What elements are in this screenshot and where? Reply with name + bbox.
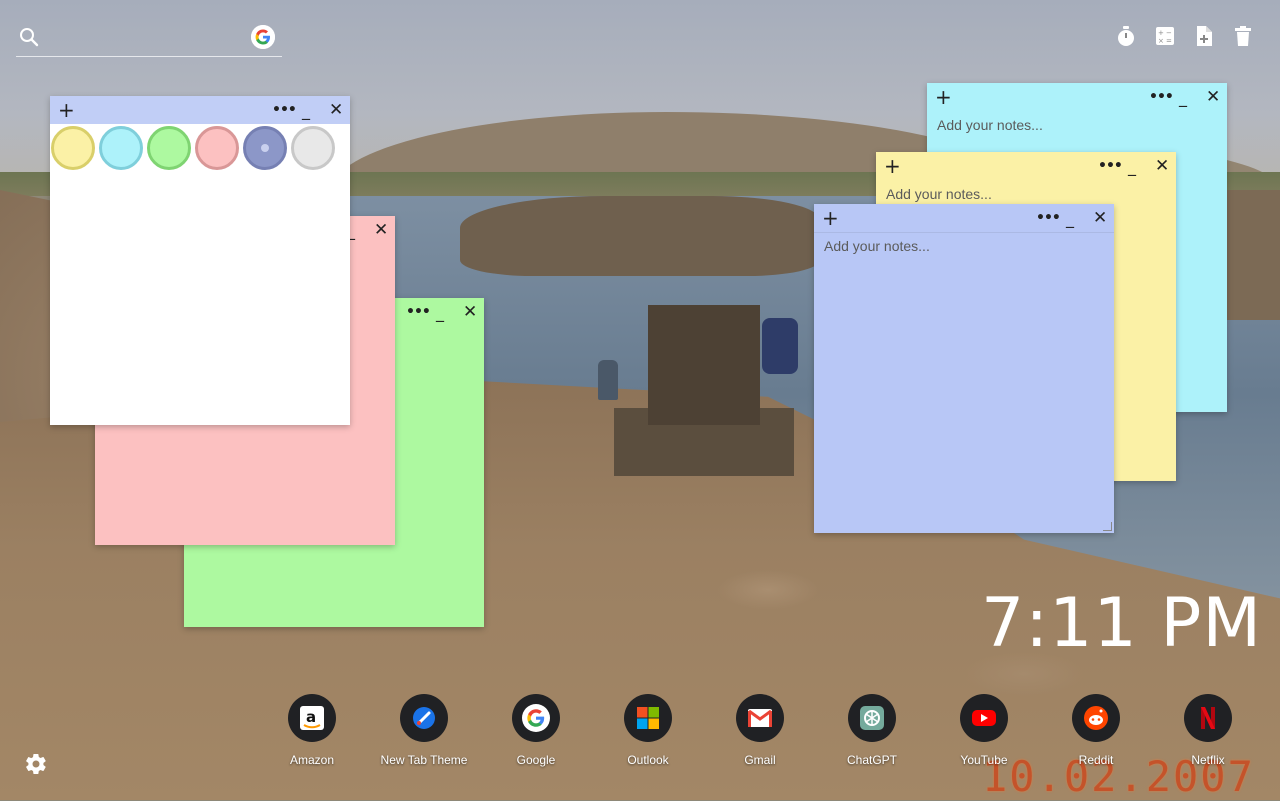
note-resize-handle[interactable] — [1103, 522, 1112, 531]
amazon-icon[interactable]: a — [288, 694, 336, 742]
note-titlebar[interactable]: + ••• _ ✕ — [50, 96, 350, 124]
color-swatch-green[interactable] — [147, 126, 191, 170]
shortcut-label: ChatGPT — [846, 753, 897, 767]
color-swatch-pink[interactable] — [195, 126, 239, 170]
wallpaper-rocks — [1220, 190, 1280, 320]
svg-text:+: + — [1158, 29, 1164, 37]
color-swatch-yellow[interactable] — [51, 126, 95, 170]
close-note-button[interactable]: ✕ — [374, 216, 388, 244]
color-swatch-white[interactable] — [291, 126, 335, 170]
note-menu-button[interactable]: ••• — [1036, 204, 1061, 232]
shortcut-netflix[interactable]: Netflix — [1152, 694, 1264, 767]
close-note-button[interactable]: ✕ — [463, 298, 477, 326]
svg-text:−: − — [1166, 29, 1172, 37]
note-titlebar[interactable]: + ••• _ ✕ — [876, 152, 1176, 180]
clock-time: 7:11 PM — [981, 584, 1262, 663]
timer-icon[interactable] — [1115, 24, 1137, 48]
close-note-button[interactable]: ✕ — [1093, 204, 1107, 232]
note-menu-button[interactable]: ••• — [272, 96, 297, 124]
color-picker — [51, 126, 335, 170]
new-tab-theme-icon[interactable] — [400, 694, 448, 742]
wallpaper-cloth — [762, 318, 798, 374]
add-note-button[interactable]: + — [884, 154, 901, 178]
sticky-note-blue[interactable]: + ••• _ ✕ Add your notes... — [814, 204, 1114, 533]
top-toolbar: + − × = — [1115, 24, 1254, 48]
note-menu-button[interactable]: ••• — [1098, 152, 1123, 180]
shortcut-label: Gmail — [744, 753, 776, 767]
shortcut-label: Amazon — [289, 753, 335, 767]
note-placeholder: Add your notes... — [886, 186, 992, 202]
note-menu-button[interactable]: ••• — [1149, 83, 1174, 111]
svg-text:=: = — [1166, 37, 1172, 45]
shortcut-amazon[interactable]: a Amazon — [256, 694, 368, 767]
wallpaper-ruin-tower — [648, 305, 760, 425]
note-titlebar[interactable]: + ••• _ ✕ — [927, 83, 1227, 111]
wallpaper-rocks — [460, 196, 820, 276]
add-note-button[interactable]: + — [58, 98, 75, 122]
minimize-note-button[interactable]: _ — [436, 298, 444, 326]
wallpaper-person — [598, 360, 618, 400]
settings-gear-icon[interactable] — [24, 752, 48, 776]
google-icon[interactable] — [512, 694, 560, 742]
svg-text:a: a — [306, 708, 316, 726]
reddit-icon[interactable] — [1072, 694, 1120, 742]
selected-indicator — [261, 144, 269, 152]
close-note-button[interactable]: ✕ — [1155, 152, 1169, 180]
calculator-icon[interactable]: + − × = — [1154, 24, 1176, 48]
shortcut-new-tab-theme[interactable]: New Tab Theme — [368, 694, 480, 767]
add-note-icon[interactable] — [1193, 24, 1215, 48]
color-swatch-cyan[interactable] — [99, 126, 143, 170]
color-swatch-blue-selected[interactable] — [243, 126, 287, 170]
shortcut-google[interactable]: Google — [480, 694, 592, 767]
youtube-icon[interactable] — [960, 694, 1008, 742]
chatgpt-icon[interactable] — [848, 694, 896, 742]
shortcut-label: Netflix — [1191, 753, 1225, 767]
minimize-note-button[interactable]: _ — [1128, 152, 1136, 180]
shortcut-chatgpt[interactable]: ChatGPT — [816, 694, 928, 767]
search-icon[interactable] — [18, 26, 40, 53]
note-titlebar[interactable]: + ••• _ ✕ — [814, 204, 1114, 233]
outlook-icon[interactable] — [624, 694, 672, 742]
add-note-button[interactable]: + — [935, 85, 952, 109]
search-input[interactable] — [52, 24, 246, 52]
minimize-note-button[interactable]: _ — [1066, 204, 1074, 232]
close-note-button[interactable]: ✕ — [1206, 83, 1220, 111]
shortcut-youtube[interactable]: YouTube — [928, 694, 1040, 767]
close-note-button[interactable]: ✕ — [329, 96, 343, 124]
note-textarea[interactable]: Add your notes... — [814, 232, 1114, 533]
shortcut-label: Reddit — [1078, 753, 1114, 767]
google-search-icon[interactable] — [251, 25, 275, 49]
shortcut-label: Google — [516, 753, 556, 767]
note-menu-button[interactable]: ••• — [406, 298, 431, 326]
svg-text:×: × — [1158, 37, 1164, 45]
note-placeholder: Add your notes... — [937, 117, 1043, 133]
sticky-note-white[interactable]: + ••• _ ✕ — [50, 96, 350, 425]
minimize-note-button[interactable]: _ — [1179, 83, 1187, 111]
search-bar — [16, 22, 282, 57]
trash-icon[interactable] — [1232, 24, 1254, 48]
minimize-note-button[interactable]: _ — [302, 96, 310, 124]
note-placeholder: Add your notes... — [824, 238, 930, 254]
gmail-icon[interactable] — [736, 694, 784, 742]
shortcut-outlook[interactable]: Outlook — [592, 694, 704, 767]
shortcut-reddit[interactable]: Reddit — [1040, 694, 1152, 767]
shortcut-label: Outlook — [627, 753, 669, 767]
add-note-button[interactable]: + — [822, 206, 839, 230]
netflix-icon[interactable] — [1184, 694, 1232, 742]
shortcut-gmail[interactable]: Gmail — [704, 694, 816, 767]
shortcut-label: New Tab Theme — [380, 753, 468, 767]
shortcut-dock: a Amazon New Tab Theme Google Outlook Gm… — [256, 694, 1268, 774]
shortcut-label: YouTube — [960, 753, 1008, 767]
